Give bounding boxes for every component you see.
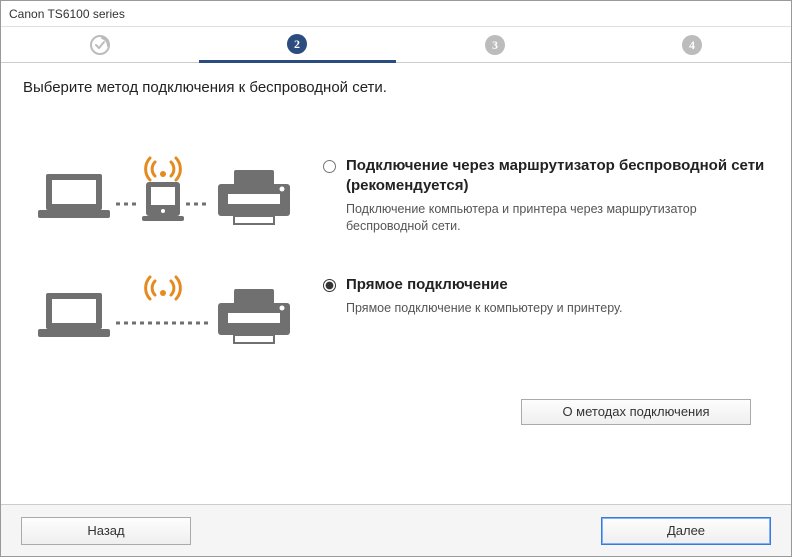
laptop-printer-icon xyxy=(38,275,308,349)
router-illustration xyxy=(23,156,323,230)
option-router-desc: Подключение компьютера и принтера через … xyxy=(346,201,771,235)
step-check-icon xyxy=(89,34,111,56)
direct-illustration xyxy=(23,275,323,349)
next-button[interactable]: Далее xyxy=(601,517,771,545)
option-direct-row: Прямое подключение Прямое подключение к … xyxy=(23,275,771,349)
option-direct-desc: Прямое подключение к компьютеру и принте… xyxy=(346,300,771,317)
window: Canon TS6100 series 2 3 4 xyxy=(0,0,792,557)
option-router-row: Подключение через маршрутизатор беспрово… xyxy=(23,156,771,235)
step-indicator: 2 3 4 xyxy=(1,27,791,63)
window-title: Canon TS6100 series xyxy=(9,7,125,21)
about-methods-button[interactable]: О методах подключения xyxy=(521,399,751,425)
footer: Назад Далее xyxy=(1,504,791,556)
page-heading: Выберите метод подключения к беспроводно… xyxy=(23,79,771,96)
option-router-texts: Подключение через маршрутизатор беспрово… xyxy=(346,156,771,235)
step-3-upcoming: 3 xyxy=(396,27,594,62)
svg-text:4: 4 xyxy=(689,38,695,52)
about-row: О методах подключения xyxy=(23,389,771,425)
step-1-completed xyxy=(1,27,199,62)
step-4-upcoming: 4 xyxy=(594,27,792,62)
option-direct-texts: Прямое подключение Прямое подключение к … xyxy=(346,275,771,317)
option-direct-title: Прямое подключение xyxy=(346,275,771,295)
back-button[interactable]: Назад xyxy=(21,517,191,545)
laptop-router-printer-icon xyxy=(38,156,308,230)
step-4-icon: 4 xyxy=(681,34,703,56)
content-area: Выберите метод подключения к беспроводно… xyxy=(1,63,791,504)
step-2-current: 2 xyxy=(199,28,397,63)
option-router-title: Подключение через маршрутизатор беспрово… xyxy=(346,156,771,195)
svg-text:2: 2 xyxy=(294,37,300,51)
step-3-icon: 3 xyxy=(484,34,506,56)
option-router-radio[interactable] xyxy=(323,160,336,173)
option-direct[interactable]: Прямое подключение Прямое подключение к … xyxy=(323,275,771,317)
option-direct-radio[interactable] xyxy=(323,279,336,292)
option-router[interactable]: Подключение через маршрутизатор беспрово… xyxy=(323,156,771,235)
titlebar: Canon TS6100 series xyxy=(1,1,791,27)
step-2-icon: 2 xyxy=(286,33,308,55)
svg-text:3: 3 xyxy=(492,38,498,52)
